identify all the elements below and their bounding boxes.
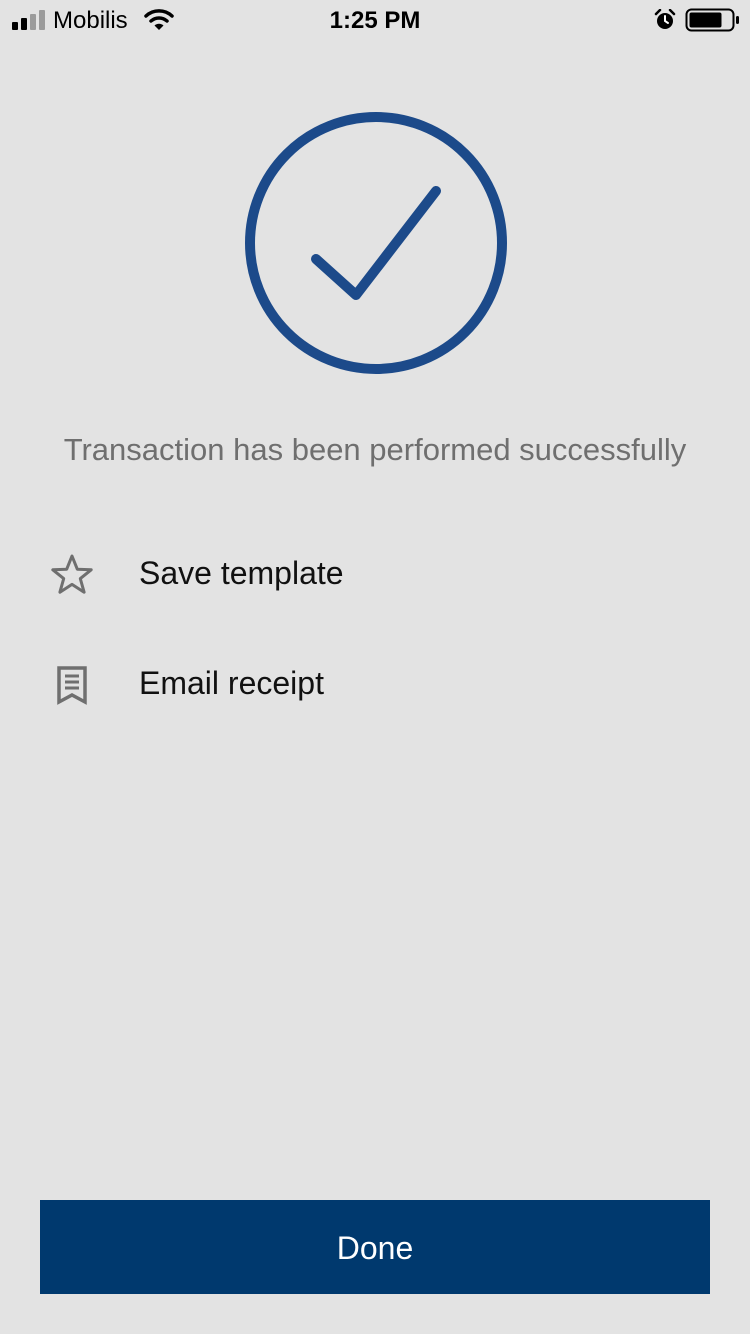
battery-icon [685, 8, 739, 32]
receipt-icon [57, 666, 87, 705]
save-template-button[interactable]: Save template [0, 533, 750, 613]
save-template-label: Save template [139, 555, 344, 591]
star-icon [51, 554, 93, 594]
success-message: Transaction has been performed successfu… [63, 432, 687, 467]
alarm-icon [654, 9, 676, 29]
status-time: 1:25 PM [329, 7, 421, 34]
status-bar: Mobilis 1:25 PM [0, 0, 750, 40]
email-receipt-button[interactable]: Email receipt [0, 643, 750, 723]
done-button[interactable]: Done [40, 1200, 710, 1294]
email-receipt-label: Email receipt [139, 665, 324, 701]
success-check-icon [245, 112, 507, 374]
